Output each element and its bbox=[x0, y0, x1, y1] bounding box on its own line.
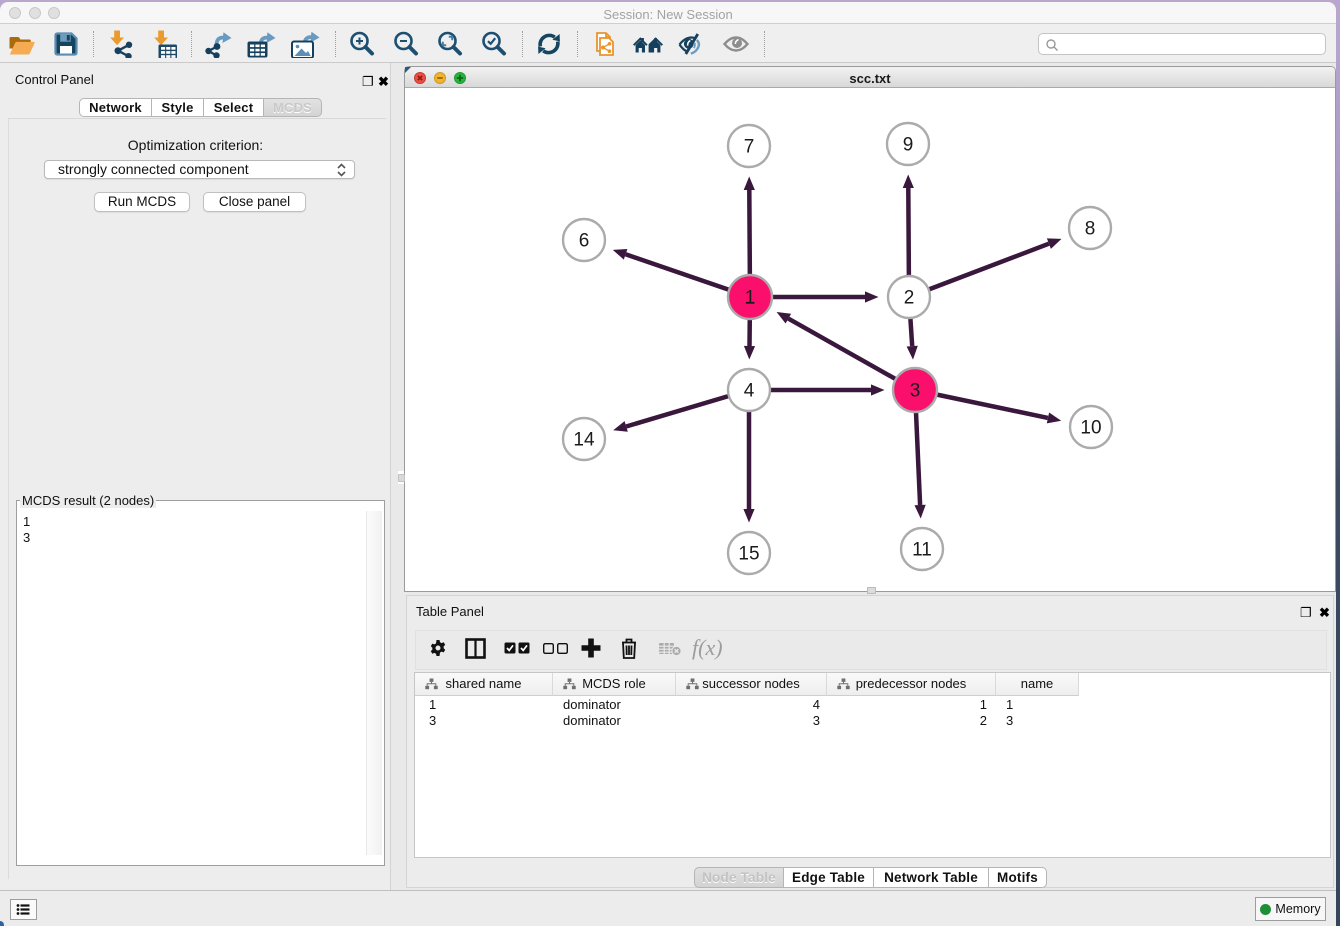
svg-text:2: 2 bbox=[904, 288, 915, 309]
svg-text:14: 14 bbox=[573, 430, 595, 451]
svg-text:15: 15 bbox=[738, 544, 759, 565]
svg-text:11: 11 bbox=[912, 540, 932, 561]
svg-text:8: 8 bbox=[1085, 219, 1096, 240]
svg-text:3: 3 bbox=[910, 381, 921, 402]
svg-text:7: 7 bbox=[744, 137, 755, 158]
svg-text:1: 1 bbox=[745, 288, 756, 309]
svg-text:10: 10 bbox=[1080, 418, 1101, 439]
svg-text:4: 4 bbox=[744, 381, 755, 402]
svg-text:9: 9 bbox=[903, 135, 914, 156]
svg-text:6: 6 bbox=[579, 231, 590, 252]
